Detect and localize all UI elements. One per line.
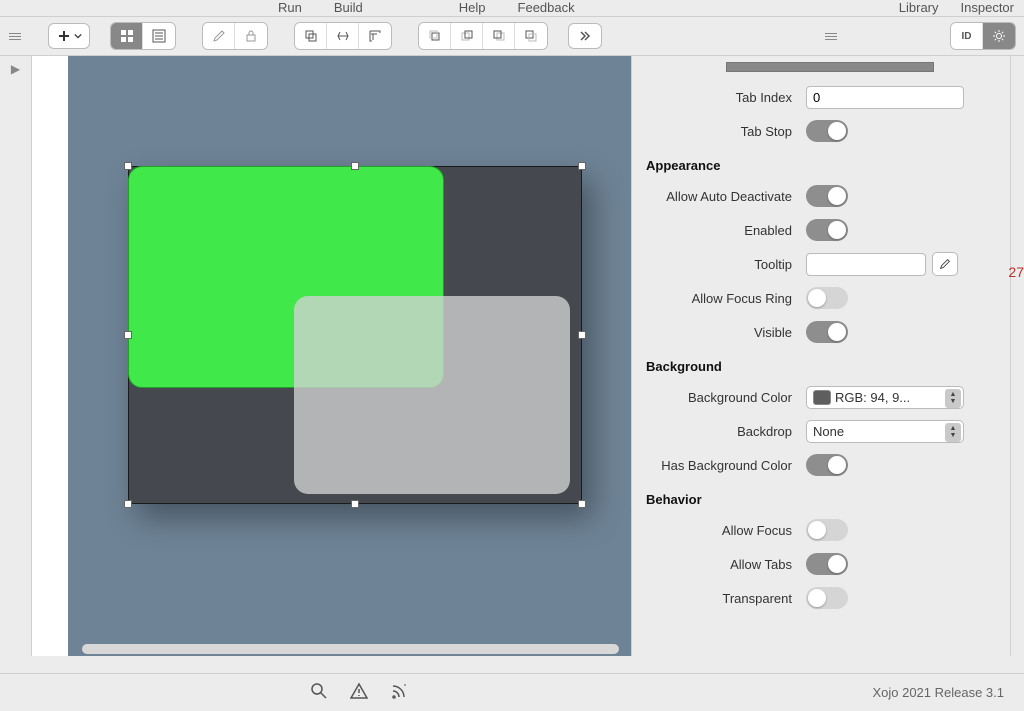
enabled-label: Enabled: [646, 223, 806, 238]
transparent-label: Transparent: [646, 591, 806, 606]
tab-stop-label: Tab Stop: [646, 124, 806, 139]
behavior-section: Behavior: [646, 482, 1014, 513]
backdrop-popup[interactable]: None ▲▼: [806, 420, 964, 443]
gear-panel-button[interactable]: [983, 23, 1015, 49]
gray-rounded-rect[interactable]: [294, 296, 570, 494]
bring-front-button[interactable]: [419, 23, 451, 49]
appearance-section: Appearance: [646, 148, 1014, 179]
allow-tabs-label: Allow Tabs: [646, 557, 806, 572]
bring-forward-button[interactable]: [451, 23, 483, 49]
handle-nw[interactable]: [124, 162, 132, 170]
allow-focus-ring-label: Allow Focus Ring: [646, 291, 806, 306]
tooltip-field[interactable]: [806, 253, 926, 276]
background-color-value: RGB: 94, 9...: [835, 390, 910, 405]
view-mode-group: [110, 22, 176, 50]
backdrop-label: Backdrop: [646, 424, 806, 439]
backdrop-value: None: [813, 424, 844, 439]
background-color-popup[interactable]: RGB: 94, 9... ▲▼: [806, 386, 964, 409]
search-icon[interactable]: [310, 682, 328, 703]
menu-build[interactable]: Build: [334, 0, 363, 15]
menu-run[interactable]: Run: [278, 0, 302, 15]
id-panel-button[interactable]: ID: [951, 23, 983, 49]
handle-w[interactable]: [124, 331, 132, 339]
enabled-toggle[interactable]: [806, 219, 848, 241]
handle-ne[interactable]: [578, 162, 586, 170]
play-icon[interactable]: ▶: [11, 62, 20, 76]
menu-library[interactable]: Library: [899, 0, 939, 15]
handle-sw[interactable]: [124, 500, 132, 508]
menu-feedback[interactable]: Feedback: [518, 0, 575, 15]
layout-tools-group: [294, 22, 392, 50]
feed-icon[interactable]: [390, 682, 408, 703]
duplicate-button[interactable]: [295, 23, 327, 49]
visible-toggle[interactable]: [806, 321, 848, 343]
allow-focus-toggle[interactable]: [806, 519, 848, 541]
visible-label: Visible: [646, 325, 806, 340]
has-background-color-toggle[interactable]: [806, 454, 848, 476]
tooltip-edit-button[interactable]: [932, 252, 958, 276]
inspector-mode-group: ID: [950, 22, 1016, 50]
handle-e[interactable]: [578, 331, 586, 339]
popup-arrows-icon: ▲▼: [945, 423, 961, 442]
warning-icon[interactable]: [350, 682, 368, 703]
send-backward-button[interactable]: [483, 23, 515, 49]
overflow-button[interactable]: [568, 23, 602, 49]
allow-tabs-toggle[interactable]: [806, 553, 848, 575]
inspector-panel: Tab Index Tab Stop Appearance Allow Auto…: [632, 56, 1024, 656]
design-canvas[interactable]: [68, 56, 632, 656]
handle-s[interactable]: [351, 500, 359, 508]
arrange-button[interactable]: [327, 23, 359, 49]
toolbar: ID: [0, 16, 1024, 56]
menu-bar: Run Build Help Feedback Library Inspecto…: [0, 0, 1024, 14]
color-swatch: [813, 390, 831, 405]
has-background-color-label: Has Background Color: [646, 458, 806, 473]
edit-lock-group: [202, 22, 268, 50]
menu-help[interactable]: Help: [459, 0, 486, 15]
allow-focus-ring-toggle[interactable]: [806, 287, 848, 309]
background-color-label: Background Color: [646, 390, 806, 405]
transparent-toggle[interactable]: [806, 587, 848, 609]
ruler-button[interactable]: [359, 23, 391, 49]
toolbar-grip-left[interactable]: [8, 23, 22, 49]
menu-inspector[interactable]: Inspector: [961, 0, 1014, 15]
popup-arrows-icon: ▲▼: [945, 389, 961, 408]
tooltip-label: Tooltip: [646, 257, 806, 272]
allow-focus-label: Allow Focus: [646, 523, 806, 538]
canvas-area[interactable]: [32, 56, 632, 656]
tab-stop-toggle[interactable]: [806, 120, 848, 142]
tab-index-field[interactable]: [806, 86, 964, 109]
pencil-button[interactable]: [203, 23, 235, 49]
send-back-button[interactable]: [515, 23, 547, 49]
inspector-indicator: [726, 62, 934, 72]
background-section: Background: [646, 349, 1014, 380]
list-view-button[interactable]: [143, 23, 175, 49]
right-strip: 27: [1010, 56, 1024, 656]
handle-n[interactable]: [351, 162, 359, 170]
add-button[interactable]: [48, 23, 90, 49]
allow-auto-deactivate-label: Allow Auto Deactivate: [646, 189, 806, 204]
version-label: Xojo 2021 Release 3.1: [872, 685, 1004, 700]
handle-se[interactable]: [578, 500, 586, 508]
grid-view-button[interactable]: [111, 23, 143, 49]
main-split: ▶ Tab Index Tab Stop Appearanc: [0, 56, 1024, 656]
error-count-badge[interactable]: 27: [1008, 264, 1024, 280]
status-bar: Xojo 2021 Release 3.1: [0, 673, 1024, 711]
allow-auto-deactivate-toggle[interactable]: [806, 185, 848, 207]
editor-gutter: ▶: [0, 56, 32, 656]
toolbar-grip-right[interactable]: [824, 23, 838, 49]
z-order-group: [418, 22, 548, 50]
horizontal-scrollbar[interactable]: [82, 644, 619, 654]
tab-index-label: Tab Index: [646, 90, 806, 105]
lock-button[interactable]: [235, 23, 267, 49]
